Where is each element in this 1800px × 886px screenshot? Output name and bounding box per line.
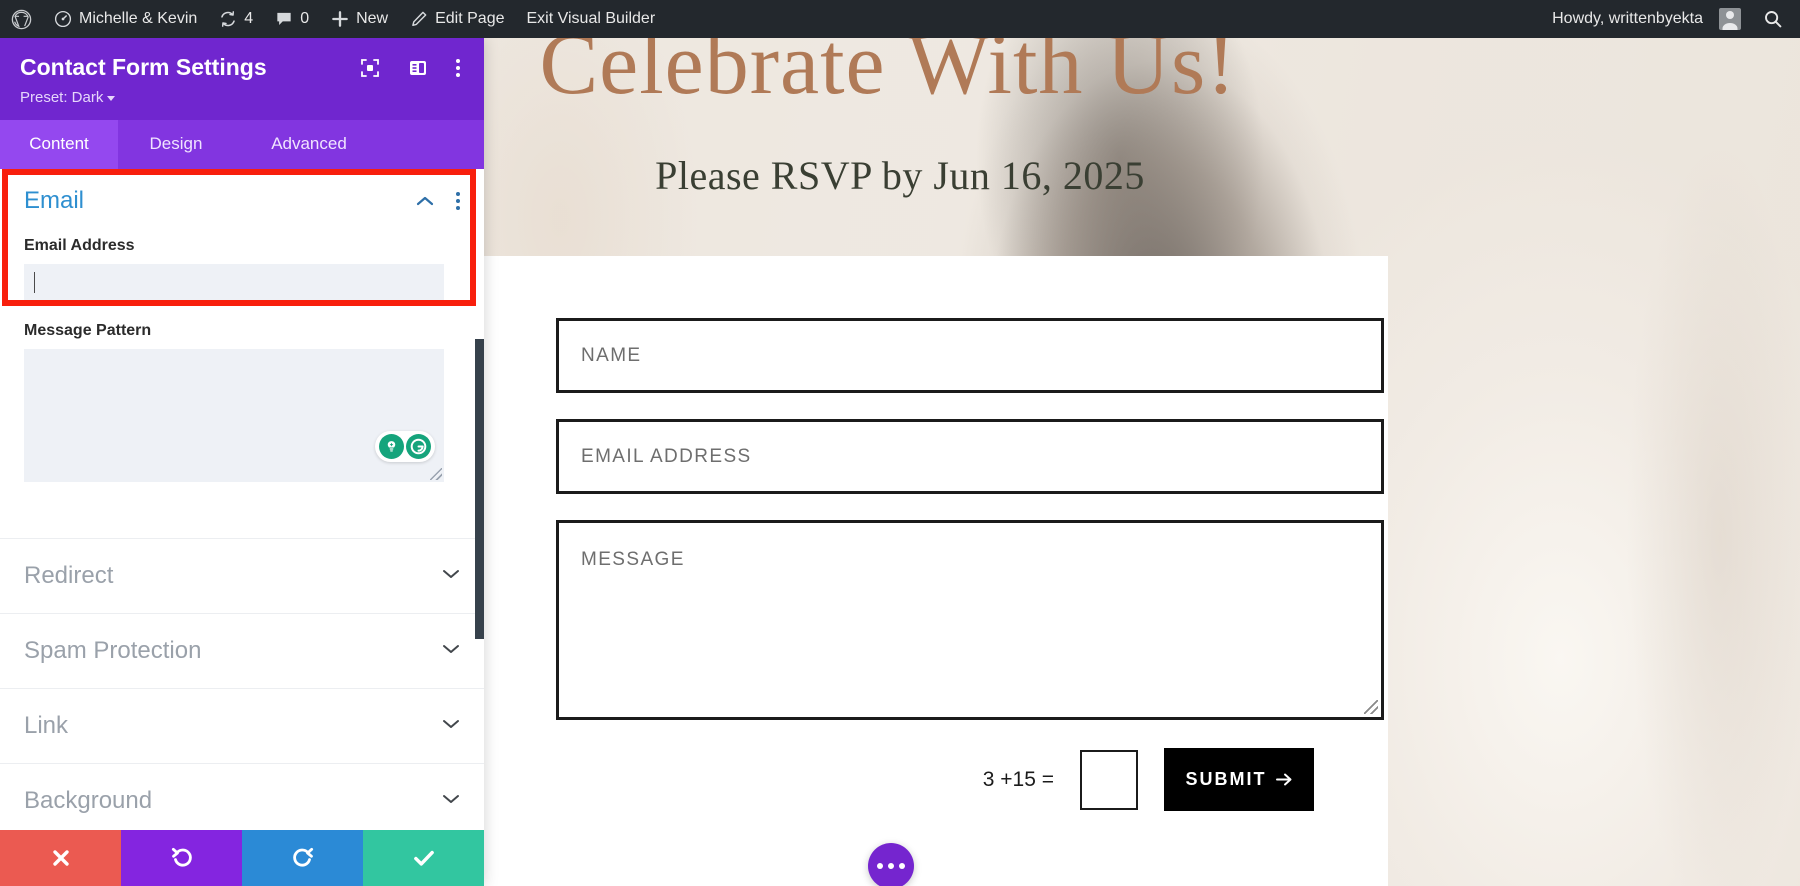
section-email-header[interactable]: Email <box>24 187 460 215</box>
submit-button[interactable]: SUBMIT <box>1164 748 1314 811</box>
howdy-label: Howdy, writtenbyekta <box>1552 10 1703 27</box>
chevron-down-icon[interactable] <box>442 567 460 585</box>
section-email: Email Email Address Message Pattern <box>0 169 484 482</box>
panel-footer-actions <box>0 830 484 886</box>
message-field-placeholder: MESSAGE <box>581 549 685 570</box>
tab-content[interactable]: Content <box>0 120 118 169</box>
captcha-input[interactable] <box>1080 749 1138 810</box>
ellipsis-icon-dot <box>899 863 905 869</box>
contact-form-card: NAME EMAIL ADDRESS MESSAGE 3 +15 = SUBMI… <box>482 256 1388 886</box>
updates-count: 4 <box>244 10 254 27</box>
comments-button[interactable]: 0 <box>264 0 320 38</box>
wp-admin-bar: Michelle & Kevin 4 0 New Edit Page Exit … <box>0 0 1800 38</box>
wordpress-logo-button[interactable] <box>0 0 43 38</box>
adminbar-right: Howdy, writtenbyekta <box>1541 0 1800 38</box>
section-email-title: Email <box>24 187 85 214</box>
ellipsis-icon-dot <box>888 863 894 869</box>
update-arrows-icon <box>219 10 237 28</box>
panel-title: Contact Form Settings <box>20 54 267 80</box>
checkmark-icon <box>413 850 434 866</box>
panel-more-icon[interactable] <box>456 58 460 77</box>
tab-advanced[interactable]: Advanced <box>234 120 384 169</box>
name-field[interactable]: NAME <box>556 318 1384 393</box>
pencil-icon <box>410 10 428 28</box>
search-icon <box>1763 9 1783 29</box>
chevron-up-icon[interactable] <box>416 195 434 207</box>
section-spam-protection[interactable]: Spam Protection <box>0 613 484 688</box>
preset-selector[interactable]: Preset: Dark <box>20 89 464 106</box>
tab-design[interactable]: Design <box>118 120 234 169</box>
section-email-more-icon[interactable] <box>456 192 460 210</box>
email-address-field[interactable]: EMAIL ADDRESS <box>556 419 1384 494</box>
undo-button[interactable] <box>121 830 242 886</box>
panel-layout-icon[interactable] <box>408 58 428 78</box>
screen-root: Celebrate With Us! Please RSVP by Jun 16… <box>0 0 1800 886</box>
preset-label: Preset: Dark <box>20 89 104 106</box>
chevron-down-icon[interactable] <box>442 642 460 660</box>
panel-body: Email Email Address Message Pattern Redi… <box>0 169 484 886</box>
redo-button[interactable] <box>242 830 363 886</box>
captcha-row: 3 +15 = SUBMIT <box>556 748 1314 811</box>
grammarly-widget[interactable] <box>375 431 435 462</box>
edit-page-button[interactable]: Edit Page <box>399 0 515 38</box>
email-address-label: Email Address <box>24 237 135 254</box>
arrow-right-icon <box>1275 773 1291 786</box>
account-menu[interactable]: Howdy, writtenbyekta <box>1541 0 1752 38</box>
discard-button[interactable] <box>0 830 121 886</box>
message-field[interactable]: MESSAGE <box>556 520 1384 720</box>
section-redirect-title: Redirect <box>24 562 114 589</box>
panel-header: Contact Form Settings Preset: Dark <box>0 38 484 120</box>
panel-tabs: Content Design Advanced <box>0 120 484 169</box>
site-name-label: Michelle & Kevin <box>79 10 198 27</box>
message-pattern-label: Message Pattern <box>24 322 152 339</box>
section-redirect[interactable]: Redirect <box>0 538 484 613</box>
grammarly-suggestion-icon[interactable] <box>379 434 404 459</box>
section-background[interactable]: Background <box>0 763 484 830</box>
section-link[interactable]: Link <box>0 688 484 763</box>
chevron-down-icon[interactable] <box>442 717 460 735</box>
responsive-preview-icon[interactable] <box>360 58 380 78</box>
section-background-title: Background <box>24 787 153 814</box>
textarea-resize-handle-icon[interactable] <box>430 468 442 480</box>
resize-handle-icon[interactable] <box>1364 700 1378 714</box>
section-link-title: Link <box>24 712 69 739</box>
comments-count: 0 <box>300 10 310 27</box>
new-content-button[interactable]: New <box>320 0 399 38</box>
chevron-down-icon[interactable] <box>442 792 460 810</box>
undo-arrow-icon <box>171 847 192 867</box>
redo-arrow-icon <box>292 847 313 867</box>
edit-page-label: Edit Page <box>435 10 505 27</box>
exit-visual-builder-button[interactable]: Exit Visual Builder <box>516 0 667 38</box>
comment-bubble-icon <box>275 10 293 28</box>
dashboard-icon <box>54 10 72 28</box>
panel-scrollbar[interactable] <box>475 339 484 639</box>
panel-scroll-area: Email Email Address Message Pattern Redi… <box>0 169 484 830</box>
sidebar-item-site-name[interactable]: Michelle & Kevin <box>43 0 208 38</box>
save-button[interactable] <box>363 830 484 886</box>
updates-button[interactable]: 4 <box>208 0 264 38</box>
ellipsis-icon-dot <box>877 863 883 869</box>
module-settings-panel: Contact Form Settings Preset: Dark Conte… <box>0 38 484 886</box>
close-x-icon <box>52 850 69 866</box>
new-content-label: New <box>356 10 389 27</box>
avatar <box>1719 8 1741 30</box>
exit-visual-builder-label: Exit Visual Builder <box>526 10 656 27</box>
plus-icon <box>331 10 349 28</box>
text-cursor <box>34 271 35 293</box>
message-pattern-textarea[interactable] <box>24 349 444 482</box>
wordpress-logo-icon <box>11 9 32 30</box>
captcha-question: 3 +15 = <box>982 767 1054 791</box>
email-address-input[interactable] <box>24 264 444 300</box>
page-settings-fab[interactable] <box>868 843 914 886</box>
search-button[interactable] <box>1752 0 1794 38</box>
chevron-down-icon <box>107 95 116 101</box>
submit-button-label: SUBMIT <box>1185 769 1267 789</box>
section-spam-protection-title: Spam Protection <box>24 637 202 664</box>
grammarly-logo-icon[interactable] <box>406 434 431 459</box>
